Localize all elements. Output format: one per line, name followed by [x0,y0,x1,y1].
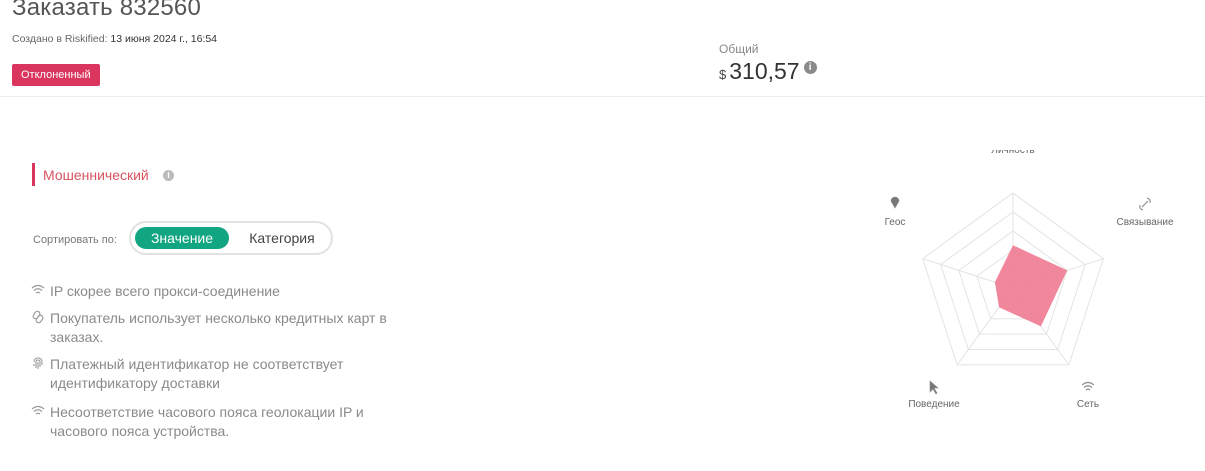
sort-toggle[interactable]: Значение Категория [129,221,333,255]
reason-text: IP скорее всего прокси-соединение [50,283,280,299]
sort-label: Сортировать по: [33,234,117,246]
reason-text: Платежный идентификатор не соответствует… [50,356,344,391]
wifi-icon [31,284,45,294]
radar-axis-label: Геос [885,217,906,228]
risk-radar-chart: Личность Связывание Сеть Поведение Геос [885,150,1174,410]
fraud-accent-bar [32,163,35,186]
info-icon[interactable]: i [163,170,174,181]
header-divider [0,96,1205,97]
radar-value-polygon [994,245,1068,327]
radar-axis-label: Связывание [1116,217,1173,228]
fingerprint-icon [33,357,43,369]
wifi-icon [31,405,45,415]
reason-text: Несоответствие часового пояса геолокации… [50,404,364,439]
cursor-icon [929,380,939,395]
page-title: Заказать 832560 [12,0,202,21]
fraud-category-label: Мошеннический [43,167,149,183]
link-icon [32,310,44,324]
radar-axis-label: Поведение [908,399,960,410]
info-icon[interactable]: i [803,61,817,74]
status-badge: Отклоненный [12,64,100,86]
link-icon [1139,197,1151,211]
radar-axis-label: Личность [991,150,1034,156]
radar-axis-label: Сеть [1077,399,1099,410]
total-label: Общий [719,42,759,56]
wifi-icon [1081,381,1095,391]
created-label: Создано в Riskified: [12,33,108,45]
sort-option-category[interactable]: Категория [235,227,329,249]
currency-symbol: $ [719,67,727,82]
sort-option-value[interactable]: Значение [135,227,229,249]
reason-text: Покупатель использует несколько кредитны… [50,310,387,345]
created-info: Создано в Riskified: 13 июня 2024 г., 16… [12,33,217,45]
total-amount: 310,57 [729,58,800,84]
created-value: 13 июня 2024 г., 16:54 [110,33,218,45]
location-pin-icon [890,196,900,209]
total-amount-block: $ 310,57 i [719,58,817,85]
